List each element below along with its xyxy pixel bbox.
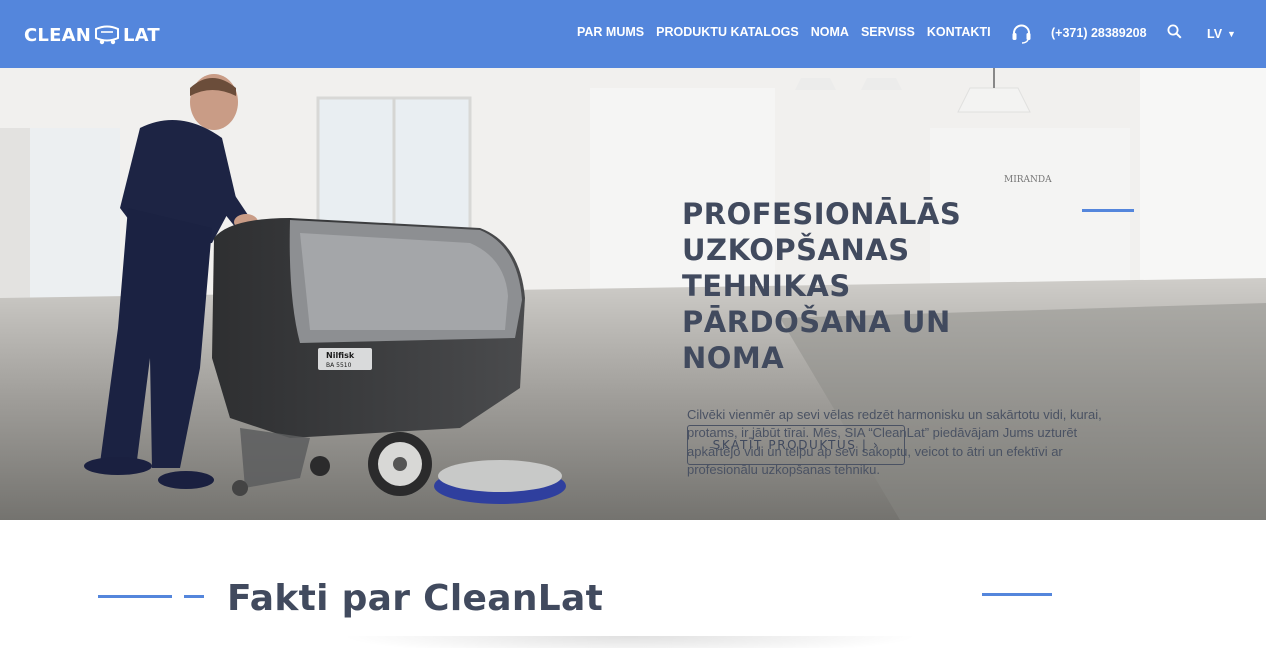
hero-section: MIRANDA Nilfisk BA 5510 PROFESIONĀLĀS UZ… [0,68,1266,520]
machine-model-label: BA 5510 [326,362,352,369]
nav-par-mums[interactable]: PAR MUMS [577,25,644,39]
site-logo[interactable]: CLEAN LAT [24,22,160,48]
language-selector[interactable]: LV ▼ [1207,27,1236,41]
search-icon[interactable] [1167,24,1182,39]
facts-accent-line-right [982,593,1052,596]
logo-text-lat: LAT [122,24,160,46]
main-nav: PAR MUMS PRODUKTU KATALOGS NOMA SERVISS … [577,25,1003,39]
nav-noma[interactable]: NOMA [811,25,849,39]
caret-down-icon: ▼ [1227,29,1236,39]
language-label: LV [1207,27,1223,41]
headset-icon [1012,24,1031,44]
view-products-button[interactable]: SKATĪT PRODUKTUS | › [687,425,905,465]
facts-accent-line-long [98,595,172,598]
nav-kontakti[interactable]: KONTAKTI [927,25,991,39]
wall-sign-text: MIRANDA [1004,175,1052,185]
nav-serviss[interactable]: SERVISS [861,25,915,39]
site-header: CLEAN LAT PAR MUMS PRODUKTU KATALOGS NOM… [0,0,1266,68]
facts-title: Fakti par CleanLat [227,578,604,619]
logo-text-clean: CLEAN [24,24,91,46]
hero-title: PROFESIONĀLĀS UZKOPŠANAS TEHNIKAS PĀRDOŠ… [682,197,962,375]
machine-brand-label: Nilfisk [326,351,355,360]
facts-card-shadow [340,636,920,648]
phone-number[interactable]: (+371) 28389208 [1051,26,1147,40]
nav-produktu-katalogs[interactable]: PRODUKTU KATALOGS [656,25,799,39]
hero-accent-line [1082,209,1134,212]
facts-accent-line-short [184,595,204,598]
logo-machine-icon [94,25,119,45]
